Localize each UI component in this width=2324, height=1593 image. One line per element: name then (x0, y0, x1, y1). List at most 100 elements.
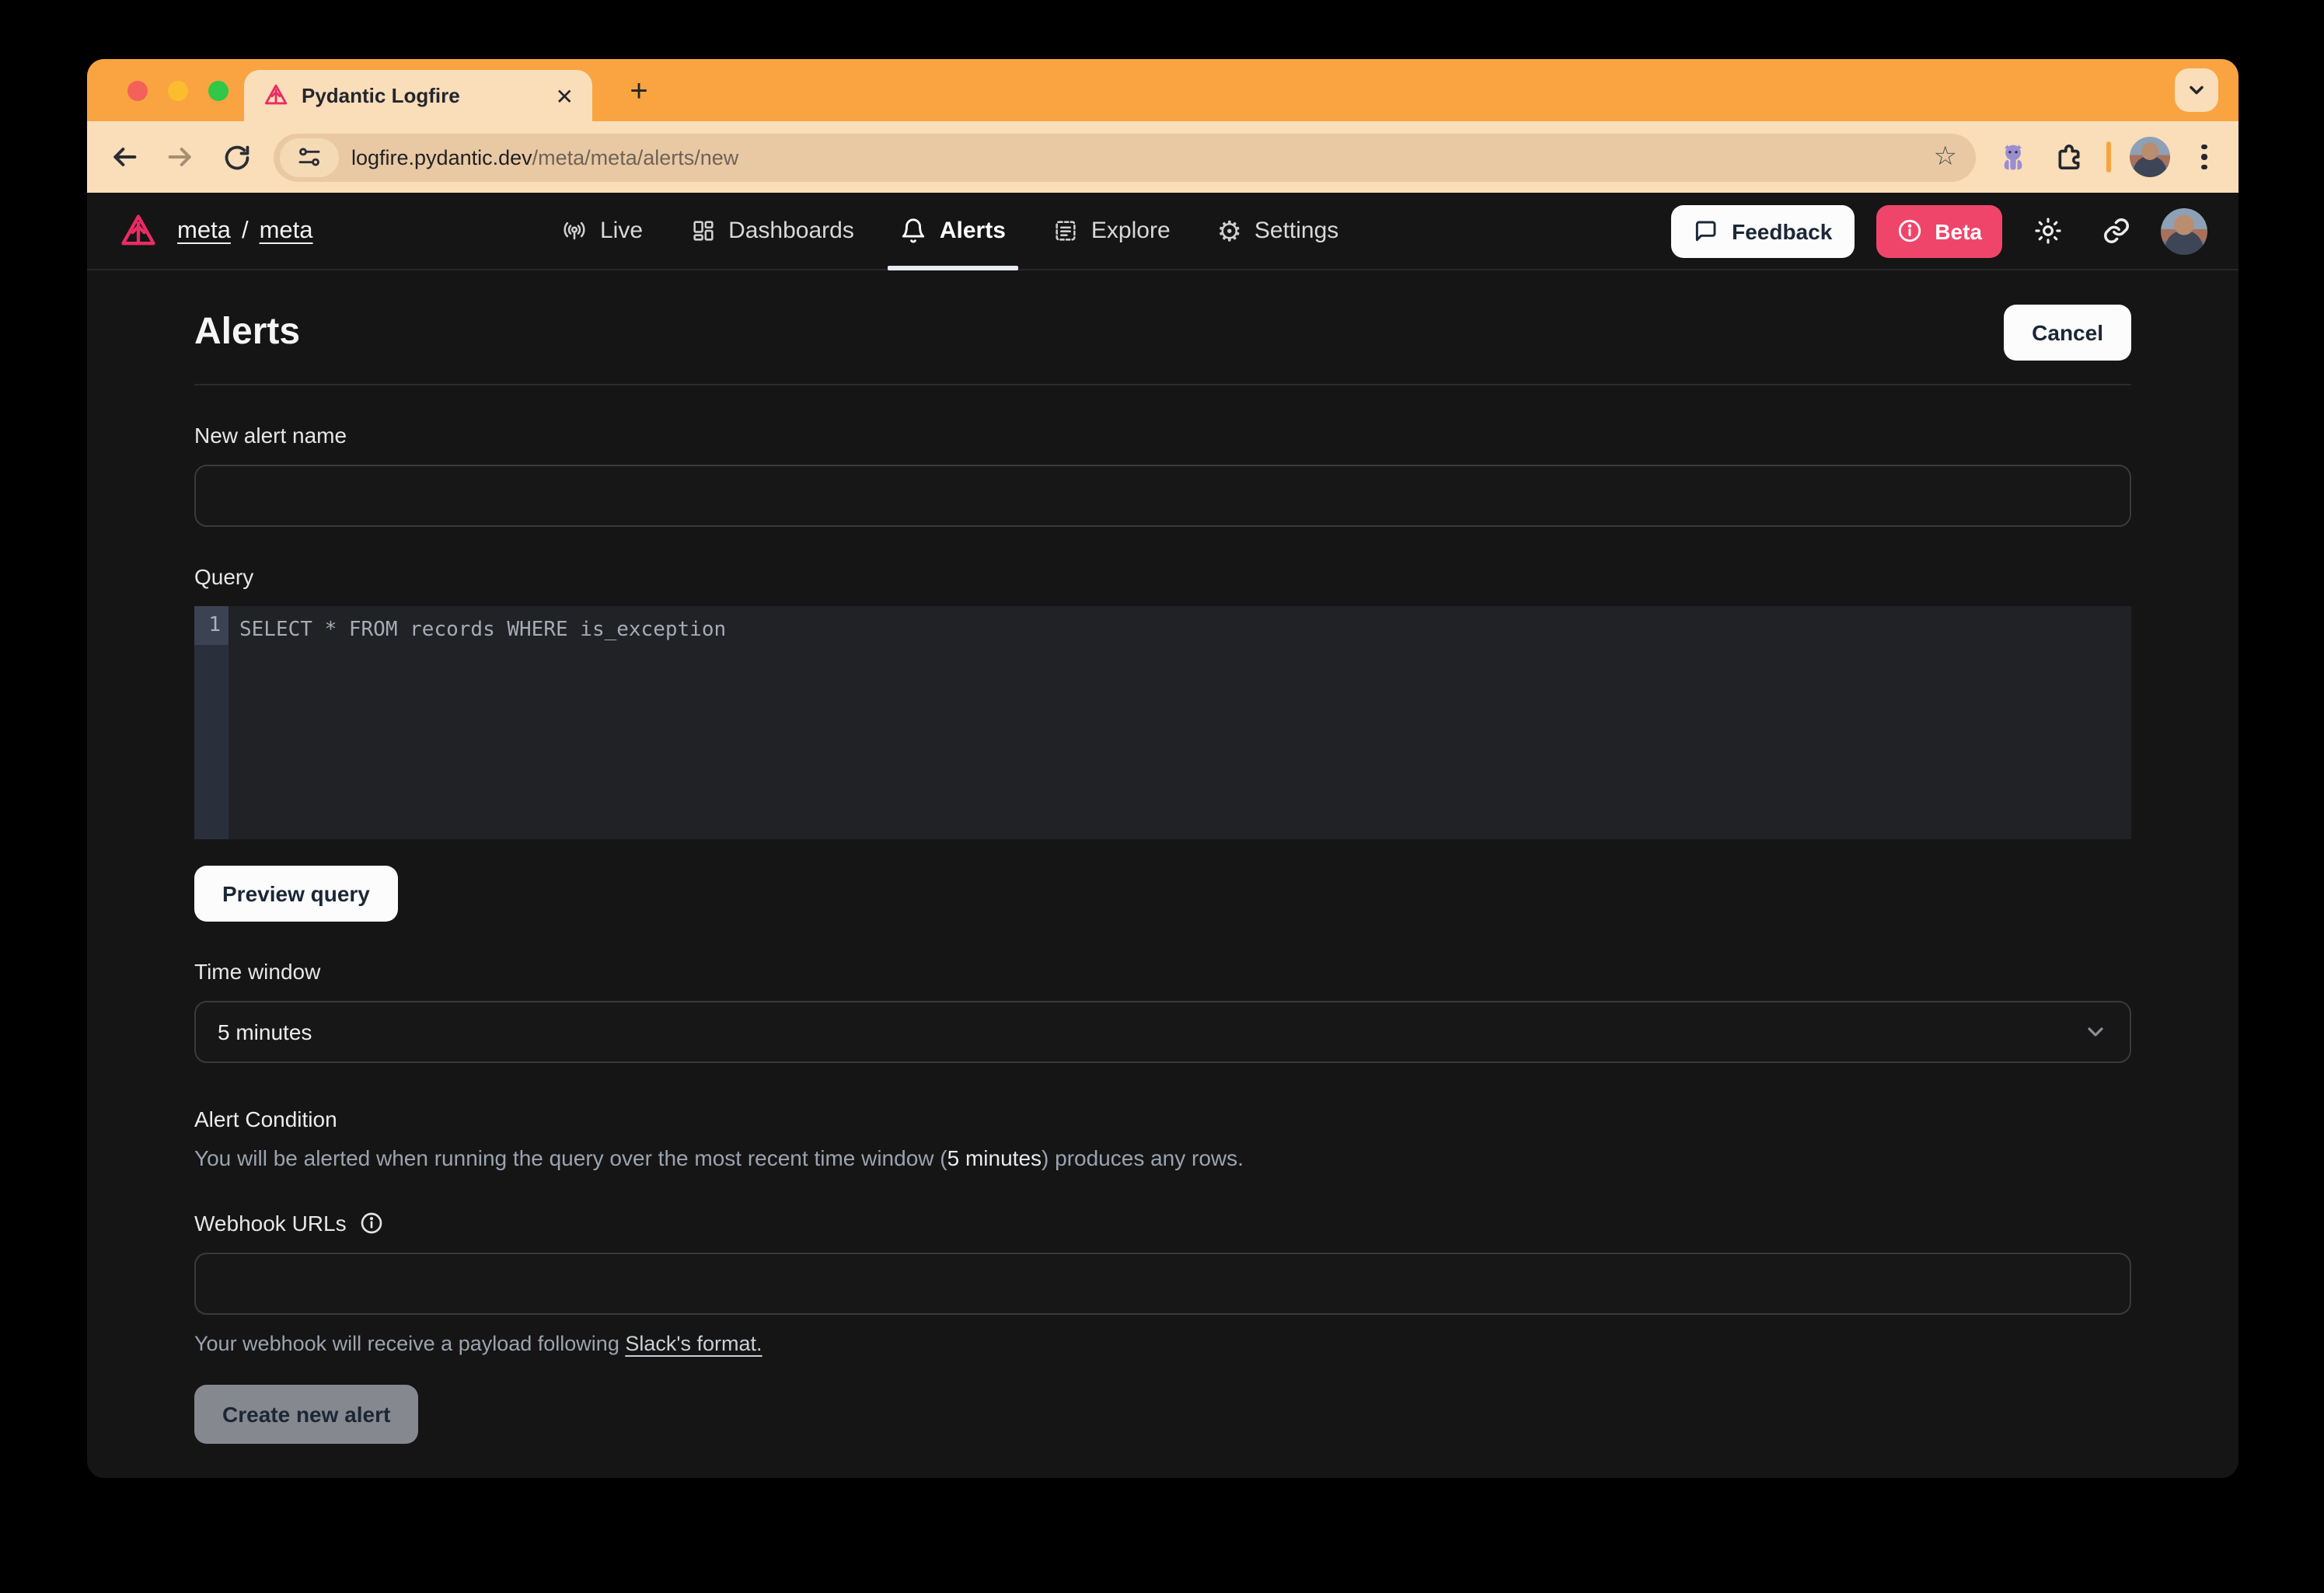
webhook-urls-label: Webhook URLs (194, 1211, 347, 1236)
new-alert-name-input[interactable] (194, 465, 2131, 527)
new-alert-name-label: New alert name (194, 423, 2131, 448)
header-actions: Feedback Beta (1671, 204, 2207, 257)
nav-label: Settings (1254, 218, 1338, 244)
address-bar[interactable]: logfire.pydantic.dev/meta/meta/alerts/ne… (274, 133, 1976, 181)
traffic-lights (127, 81, 229, 101)
link-icon (2101, 216, 2130, 246)
logfire-favicon-icon (263, 82, 289, 109)
app-header: meta / meta Live (87, 193, 2239, 270)
beta-label: Beta (1935, 218, 1982, 243)
query-label: Query (194, 564, 2131, 589)
dashboards-grid-icon (689, 218, 716, 244)
nav-label: Alerts (940, 218, 1006, 244)
title-divider (194, 384, 2131, 385)
new-tab-button[interactable]: + (619, 71, 659, 112)
url-text: logfire.pydantic.dev/meta/meta/alerts/ne… (351, 145, 1921, 169)
info-icon[interactable] (359, 1211, 384, 1236)
speech-bubble-icon (1693, 218, 1718, 243)
share-link-button[interactable] (2092, 207, 2139, 254)
bookmark-star-icon[interactable]: ☆ (1934, 141, 1967, 173)
webhook-urls-label-row: Webhook URLs (194, 1211, 2131, 1236)
page-title: Alerts (194, 311, 300, 354)
arrow-right-icon (165, 141, 196, 173)
time-window-label: Time window (194, 959, 2131, 984)
webhook-help-before: Your webhook will receive a payload foll… (194, 1332, 625, 1355)
editor-code-area[interactable]: SELECT * FROM records WHERE is_exception (229, 606, 2131, 839)
time-window-value: 5 minutes (218, 1020, 312, 1044)
arrow-left-icon (109, 141, 140, 173)
nav-item-explore[interactable]: Explore (1052, 193, 1171, 269)
forward-button[interactable] (162, 138, 199, 176)
sun-icon (2033, 216, 2062, 246)
screen: Pydantic Logfire ✕ + (0, 0, 2324, 1593)
query-code: SELECT * FROM records WHERE is_exception (239, 611, 2131, 650)
beta-button[interactable]: Beta (1876, 204, 2002, 257)
chevron-down-icon (2186, 79, 2207, 101)
slack-format-link[interactable]: Slack's format. (625, 1332, 762, 1355)
refresh-button[interactable] (218, 138, 255, 176)
preview-query-button[interactable]: Preview query (194, 866, 398, 922)
zoom-window-button[interactable] (208, 81, 229, 101)
nav-label: Dashboards (728, 218, 854, 244)
alert-condition-title: Alert Condition (194, 1107, 2131, 1131)
feedback-label: Feedback (1732, 218, 1832, 243)
nav-item-dashboards[interactable]: Dashboards (689, 193, 854, 269)
browser-tab[interactable]: Pydantic Logfire ✕ (244, 70, 592, 121)
chevron-down-icon (2083, 1020, 2108, 1044)
condition-highlight: 5 minutes (947, 1145, 1042, 1170)
breadcrumb-project-link[interactable]: meta (260, 217, 313, 245)
browser-menu-button[interactable] (2189, 145, 2220, 170)
browser-toolbar: logfire.pydantic.dev/meta/meta/alerts/ne… (87, 121, 2239, 193)
query-editor[interactable]: 1 SELECT * FROM records WHERE is_excepti… (194, 606, 2131, 839)
refresh-icon (222, 142, 251, 172)
tab-search-button[interactable] (2175, 68, 2218, 112)
live-broadcast-icon (561, 218, 588, 244)
browser-profile-avatar[interactable] (2130, 137, 2170, 177)
site-settings-button[interactable] (280, 138, 339, 176)
alert-condition-text: You will be alerted when running the que… (194, 1145, 2131, 1170)
condition-text-before: You will be alerted when running the que… (194, 1145, 947, 1170)
nav-label: Live (600, 218, 643, 244)
condition-text-after: ) produces any rows. (1042, 1145, 1244, 1170)
feedback-button[interactable]: Feedback (1671, 204, 1854, 257)
back-button[interactable] (106, 138, 143, 176)
alerts-page: Alerts Cancel New alert name Query 1 SEL… (87, 270, 2239, 1444)
cancel-button[interactable]: Cancel (2004, 305, 2131, 361)
site-controls-icon (297, 145, 322, 169)
page-head: Alerts Cancel (194, 305, 2131, 361)
info-icon (1896, 218, 1922, 244)
logfire-logo-icon (118, 211, 159, 251)
octocat-icon (1996, 140, 2030, 174)
browser-window: Pydantic Logfire ✕ + (87, 59, 2239, 1478)
url-path: /meta/meta/alerts/new (532, 145, 739, 169)
create-new-alert-button[interactable]: Create new alert (194, 1385, 418, 1444)
puzzle-icon (2054, 141, 2085, 173)
url-host: logfire.pydantic.dev (351, 145, 532, 169)
webhook-urls-input[interactable] (194, 1253, 2131, 1315)
breadcrumb-org-link[interactable]: meta (177, 217, 231, 245)
tab-title: Pydantic Logfire (302, 84, 543, 107)
theme-toggle-button[interactable] (2024, 207, 2071, 254)
time-window-select[interactable]: 5 minutes (194, 1001, 2131, 1063)
user-avatar[interactable] (2161, 207, 2207, 254)
settings-gear-icon: ⚙ (1217, 217, 1242, 245)
nav-item-live[interactable]: Live (561, 193, 643, 269)
tab-strip: Pydantic Logfire ✕ + (87, 59, 2239, 121)
main-nav: Live Dashboards Alerts (561, 193, 1338, 269)
extensions-button[interactable] (2050, 138, 2088, 176)
breadcrumb: meta / meta (177, 217, 313, 245)
toolbar-separator (2106, 141, 2111, 173)
line-number: 1 (194, 606, 229, 645)
nav-item-alerts[interactable]: Alerts (901, 193, 1006, 269)
nav-label: Explore (1091, 218, 1171, 244)
extension-octocat-button[interactable] (1994, 138, 2032, 176)
explore-list-icon (1052, 218, 1079, 244)
alerts-bell-icon (901, 218, 927, 244)
tab-close-icon[interactable]: ✕ (556, 85, 574, 106)
nav-item-settings[interactable]: ⚙ Settings (1217, 193, 1339, 269)
minimize-window-button[interactable] (168, 81, 188, 101)
breadcrumb-separator: / (242, 217, 249, 245)
close-window-button[interactable] (127, 81, 148, 101)
editor-gutter: 1 (194, 606, 229, 839)
webhook-helper-text: Your webhook will receive a payload foll… (194, 1332, 2131, 1355)
